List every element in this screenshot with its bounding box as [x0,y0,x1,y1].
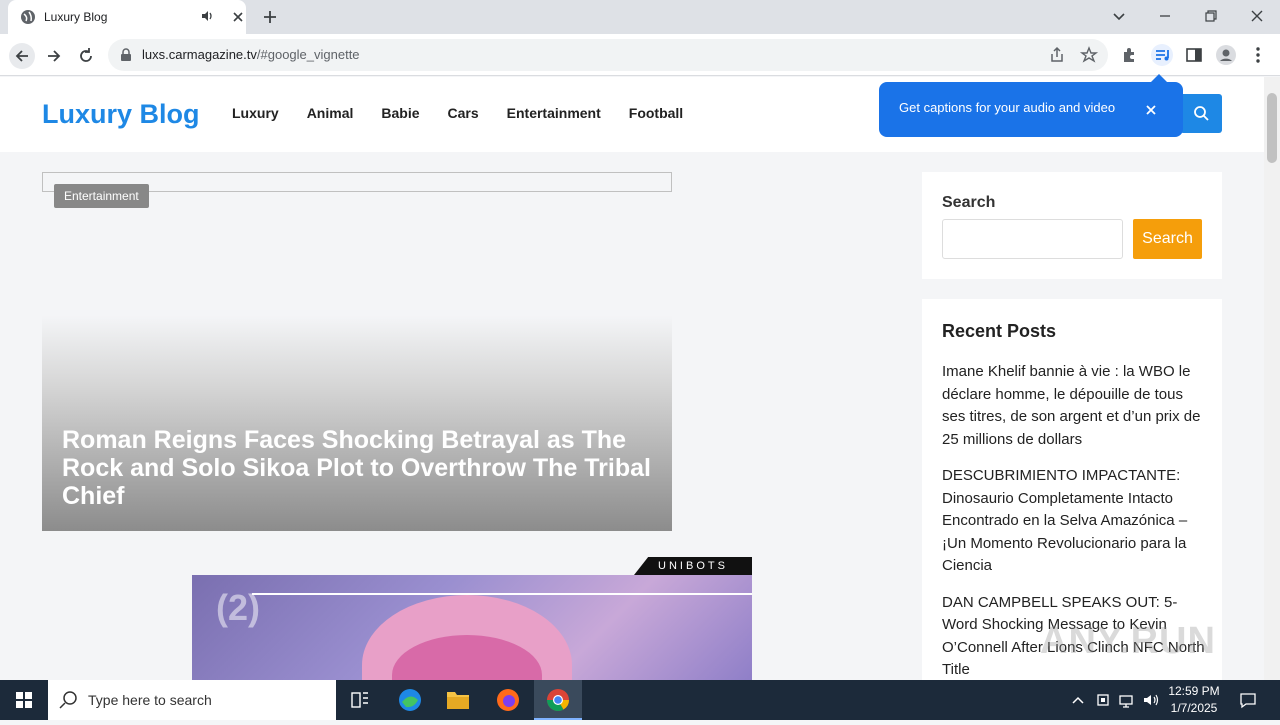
volume-icon[interactable] [1141,690,1161,710]
menu-item-football[interactable]: Football [629,105,683,121]
scrollbar-thumb[interactable] [1267,93,1277,163]
task-view-button[interactable] [336,680,384,720]
side-panel-icon[interactable] [1183,44,1205,66]
network-icon[interactable] [1117,690,1137,710]
edge-icon [399,689,421,711]
search-icon [59,691,77,709]
recent-post-link[interactable]: Imane Khelif bannie à vie : la WBO le dé… [942,361,1206,451]
category-badge[interactable]: Entertainment [54,184,149,208]
ad-divider-line [252,593,752,595]
taskbar-search-placeholder: Type here to search [88,692,212,708]
url-text: luxs.carmagazine.tv/#google_vignette [142,47,360,62]
bookmark-star-icon[interactable] [1078,44,1100,66]
menu-item-animal[interactable]: Animal [307,105,354,121]
search-widget-label: Search [942,194,996,211]
callout-text: Get captions for your audio and video [899,100,1116,115]
speaker-icon[interactable] [200,9,214,23]
system-clock[interactable]: 12:59 PM 1/7/2025 [1164,683,1224,717]
search-icon [1194,106,1209,121]
search-input[interactable] [942,219,1123,259]
browser-tab[interactable]: Luxury Blog [8,0,246,34]
media-controls-icon[interactable] [1151,44,1173,66]
defender-icon[interactable] [1093,690,1113,710]
menu-item-cars[interactable]: Cars [448,105,479,121]
browser-toolbar: luxs.carmagazine.tv/#google_vignette [0,34,1280,76]
ad-badge: (2) [216,587,260,628]
share-icon[interactable] [1046,44,1068,66]
callout-arrow [1151,74,1167,82]
video-ad[interactable]: UNIBOTS (2) [192,557,752,680]
task-view-icon [351,692,368,708]
clock-date: 1/7/2025 [1170,701,1218,715]
show-hidden-icons-chevron-icon[interactable] [1068,690,1088,710]
kebab-menu-icon[interactable] [1247,44,1269,66]
tab-title: Luxury Blog [44,10,108,24]
watermark: ANY.RUN [1040,620,1216,662]
close-icon[interactable] [1141,100,1161,120]
windows-logo-icon [16,692,32,708]
ad-video-frame[interactable]: (2) [192,575,752,680]
folder-icon [447,692,469,709]
site-logo[interactable]: Luxury Blog [42,99,200,130]
windows-taskbar: Type here to search 12:59 PM 1/7/2025 [0,680,1280,720]
globe-icon [21,10,35,24]
lock-icon[interactable] [120,48,132,62]
chrome-icon [547,689,569,711]
extensions-puzzle-icon[interactable] [1119,44,1141,66]
reload-button[interactable] [73,43,99,69]
web-page: Luxury Blog Luxury Animal Babie Cars Ent… [0,77,1264,680]
notification-center-icon[interactable] [1238,690,1258,710]
browser-tab-strip: Luxury Blog [0,0,1280,34]
recent-post-link[interactable]: DESCUBRIMIENTO IMPACTANTE: Dinosaurio Co… [942,465,1206,578]
minimize-icon[interactable] [1154,5,1176,27]
taskbar-edge[interactable] [386,680,434,720]
back-button[interactable] [9,43,35,69]
close-window-icon[interactable] [1246,5,1268,27]
featured-post-title[interactable]: Roman Reigns Faces Shocking Betrayal as … [62,426,652,510]
header-search-button[interactable] [1180,94,1222,133]
new-tab-icon[interactable] [260,7,280,27]
menu-item-babie[interactable]: Babie [381,105,419,121]
restore-icon[interactable] [1200,5,1222,27]
recent-posts-heading: Recent Posts [942,321,1057,341]
menu-item-luxury[interactable]: Luxury [232,105,279,121]
page-scrollbar[interactable] [1264,77,1280,680]
sidebar-search-widget: Search Search [922,172,1222,279]
close-tab-icon[interactable] [230,9,246,25]
profile-avatar-icon[interactable] [1215,44,1237,66]
menu-item-entertainment[interactable]: Entertainment [507,105,601,121]
live-caption-callout: Get captions for your audio and video [879,74,1183,137]
clock-time: 12:59 PM [1168,684,1220,698]
arrow-left-icon [15,50,28,62]
firefox-icon [497,689,519,711]
taskbar-search-box[interactable]: Type here to search [48,680,336,720]
url-path: /#google_vignette [256,47,360,62]
featured-post[interactable]: Entertainment Roman Reigns Faces Shockin… [42,172,672,531]
arrow-right-icon [48,50,61,62]
tab-search-chevron-icon[interactable] [1108,5,1130,27]
start-button[interactable] [0,680,48,720]
address-bar[interactable]: luxs.carmagazine.tv/#google_vignette [108,39,1108,71]
reload-icon [80,48,92,62]
url-host: luxs.carmagazine.tv [142,47,257,62]
taskbar-file-explorer[interactable] [434,680,482,720]
taskbar-chrome[interactable] [534,680,582,720]
search-submit-button[interactable]: Search [1133,219,1202,259]
main-menu: Luxury Animal Babie Cars Entertainment F… [232,105,683,121]
ad-brand-label: UNIBOTS [634,557,752,575]
taskbar-firefox[interactable] [484,680,532,720]
forward-button[interactable] [41,43,67,69]
